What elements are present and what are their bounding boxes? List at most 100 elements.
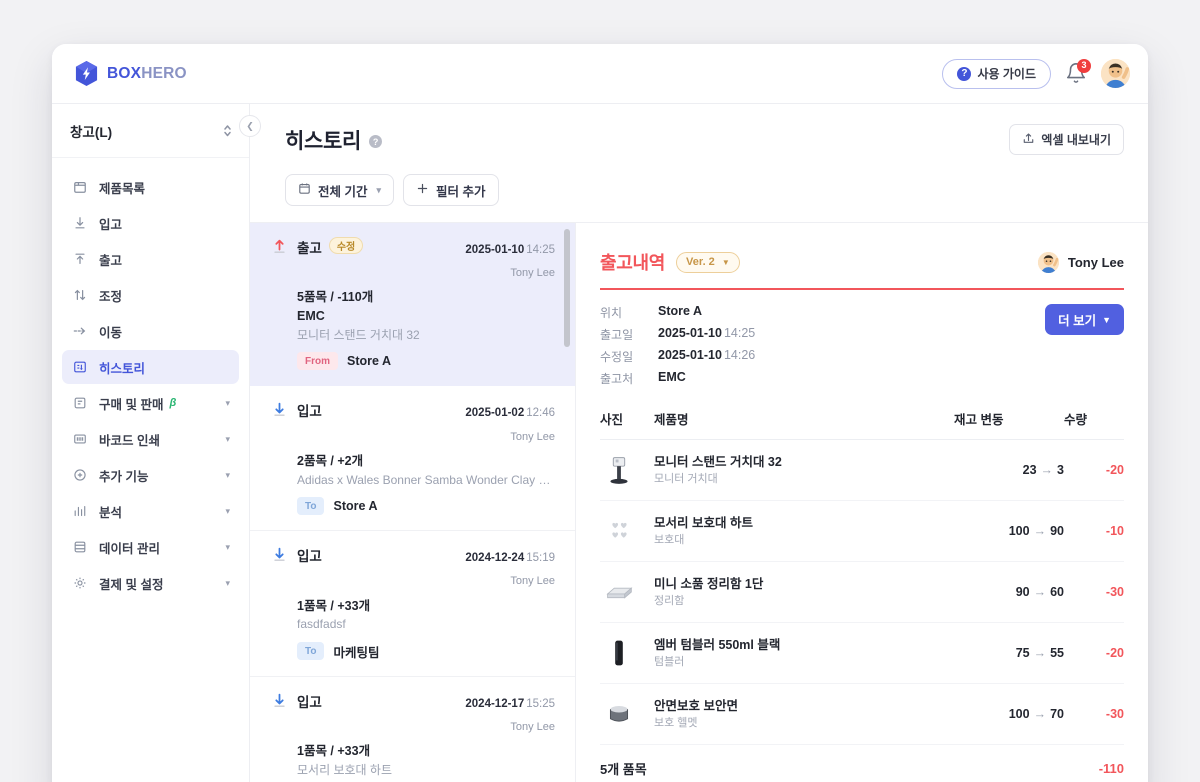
date-text: 2024-12-17 <box>465 697 525 710</box>
column-header-qty: 수량 <box>1064 409 1124 440</box>
product-name-cell: 모니터 스탠드 거치대 32 모니터 거치대 <box>654 439 954 501</box>
top-bar: BOXHERO ? 사용 가이드 3 <box>52 44 1148 104</box>
chevron-down-icon: ▾ <box>225 505 230 516</box>
column-header-photo: 사진 <box>600 409 654 440</box>
stock-to: 55 <box>1050 646 1064 660</box>
monitor-stand-thumb <box>600 451 654 489</box>
version-label: Ver. 2 <box>686 256 715 268</box>
more-button[interactable]: 더 보기 ▼ <box>1045 304 1124 335</box>
history-list-item[interactable]: 입고 2025-01-02 12:46 Tony Lee 2품목 / +2개 Ad… <box>250 386 575 532</box>
sidebar-item-label: 제품목록 <box>99 181 146 196</box>
stock-to: 3 <box>1057 463 1064 477</box>
sidebar-item-inbound[interactable]: 입고 <box>62 206 239 240</box>
stock-from: 90 <box>1015 585 1030 599</box>
sidebar-item-barcode-print[interactable]: 바코드 인쇄 ▾ <box>62 422 239 456</box>
sidebar-item-billing-settings[interactable]: 결제 및 설정 ▾ <box>62 566 239 600</box>
more-button-label: 더 보기 <box>1058 314 1097 328</box>
total-label-cell: 5개 품목 <box>600 745 1064 782</box>
detail-header: 출고내역 Ver. 2 ▼ Tony Lee <box>600 249 1124 290</box>
arrow-right-icon: → <box>1033 707 1047 721</box>
stock-from: 100 <box>1008 524 1030 538</box>
sidebar-collapse-button[interactable]: ❮ <box>239 115 261 137</box>
quantity-value: -30 <box>1105 585 1124 599</box>
product-photo-cell <box>600 683 654 745</box>
help-icon[interactable]: ? <box>369 135 383 148</box>
boxhero-logo-icon <box>74 60 99 87</box>
product-name: 모서리 보호대 하트 <box>654 515 753 530</box>
history-list[interactable]: 출고 수정 2025-01-10 14:25 Tony Lee 5품목 / -11… <box>250 223 576 782</box>
sidebar-item-analytics[interactable]: 분석 ▾ <box>62 494 239 528</box>
updown-arrows-icon <box>222 123 233 138</box>
detail-info-row: 위치 Store A 출고일 2025-01-10 14:25 수정일 2025-… <box>600 290 1124 387</box>
history-item-type: 입고 <box>297 694 322 710</box>
quantity-cell: -30 <box>1064 683 1124 745</box>
arrow-right-icon: → <box>1033 585 1047 599</box>
arrow-right-icon <box>71 324 89 338</box>
table-row[interactable]: 모서리 보호대 하트 보호대 100 → 90 -10 <box>600 500 1124 562</box>
sidebar-item-label: 히스토리 <box>99 361 146 376</box>
tumbler-thumb <box>600 634 654 672</box>
history-list-item[interactable]: 출고 수정 2025-01-10 14:25 Tony Lee 5품목 / -11… <box>250 223 575 387</box>
history-item-count: 2품목 / +2개 <box>297 453 364 468</box>
page-title: 히스토리 <box>285 129 362 153</box>
history-list-item[interactable]: 입고 2024-12-17 15:25 Tony Lee 1품목 / +33개 모… <box>250 677 575 782</box>
quantity-value: -30 <box>1105 707 1124 721</box>
product-name: 안면보호 보안면 <box>654 698 738 713</box>
history-item-location: To Store A <box>297 497 555 516</box>
sidebar-item-move[interactable]: 이동 <box>62 314 239 348</box>
add-filter-button[interactable]: 필터 추가 <box>403 174 499 206</box>
brand-name-bold: BOX <box>107 64 142 82</box>
history-item-date: 2024-12-17 15:25 <box>465 698 555 710</box>
version-selector[interactable]: Ver. 2 ▼ <box>676 251 740 273</box>
time-text: 15:19 <box>526 552 555 565</box>
barcode-icon <box>71 432 89 446</box>
top-bar-actions: ? 사용 가이드 3 <box>942 58 1130 89</box>
warehouse-selector[interactable]: 창고(L) <box>52 104 249 158</box>
sidebar-item-extra-features[interactable]: 추가 기능 ▾ <box>62 458 239 492</box>
user-guide-button[interactable]: ? 사용 가이드 <box>942 58 1051 89</box>
stock-to: 70 <box>1050 707 1064 721</box>
product-photo-cell <box>600 622 654 684</box>
history-list-scrollbar[interactable] <box>564 229 570 347</box>
sidebar-item-outbound[interactable]: 출고 <box>62 242 239 276</box>
detail-items-table: 사진 제품명 재고 변동 수량 모니터 스탠드 거치대 32 모니터 거치대 2… <box>600 409 1124 782</box>
info-value-text: 2025-01-10 <box>658 348 722 362</box>
info-value: 2025-01-10 14:26 <box>658 348 755 365</box>
stock-change-cell: 90 → 60 <box>954 561 1064 623</box>
inbound-arrow-icon <box>270 692 288 708</box>
notifications-button[interactable]: 3 <box>1065 58 1091 86</box>
table-row[interactable]: 미니 소품 정리함 1단 정리함 90 → 60 -30 <box>600 561 1124 623</box>
detail-user-name: Tony Lee <box>1067 254 1124 270</box>
total-label: 5개 품목 <box>600 762 647 777</box>
sidebar-item-history[interactable]: 히스토리 <box>62 350 239 384</box>
updown-arrows-icon <box>71 288 89 302</box>
sidebar-item-purchase-sales[interactable]: 구매 및 판매 β ▾ <box>62 386 239 420</box>
history-item-user: Tony Lee <box>510 267 555 280</box>
history-item-header: 입고 2025-01-02 12:46 Tony Lee <box>270 400 555 446</box>
date-range-filter[interactable]: 전체 기간 ▾ <box>285 174 395 206</box>
brand-logo[interactable]: BOXHERO <box>74 60 187 87</box>
table-row[interactable]: 엠버 텀블러 550ml 블랙 텀블러 75 → 55 -20 <box>600 622 1124 684</box>
history-item-meta: 2024-12-24 15:19 Tony Lee <box>465 545 555 591</box>
history-list-item[interactable]: 입고 2024-12-24 15:19 Tony Lee 1품목 / +33개 f… <box>250 531 575 677</box>
quantity-cell: -10 <box>1064 500 1124 562</box>
chart-bar-icon <box>71 504 89 518</box>
history-item-meta: 2025-01-02 12:46 Tony Lee <box>465 400 555 446</box>
sidebar-item-data-management[interactable]: 데이터 관리 ▾ <box>62 530 239 564</box>
export-excel-button[interactable]: 엑셀 내보내기 <box>1009 124 1124 155</box>
sidebar-item-label: 분석 <box>99 505 123 520</box>
table-row[interactable]: 안면보호 보안면 보호 헬멧 100 → 70 -30 <box>600 683 1124 745</box>
app-body: 창고(L) 제품목록 입고 출고 조정 이동 히스토리 구매 및 판매 β ▾ … <box>52 104 1148 782</box>
info-value-text: Store A <box>658 304 702 318</box>
stock-change-cell: 23 → 3 <box>954 439 1064 501</box>
brand-name: BOXHERO <box>107 66 187 82</box>
export-excel-label: 엑셀 내보내기 <box>1041 133 1111 147</box>
avatar[interactable] <box>1101 59 1130 88</box>
chevron-down-icon: ▼ <box>1102 314 1111 325</box>
question-mark-icon: ? <box>957 66 972 81</box>
sidebar-item-products[interactable]: 제품목록 <box>62 170 239 204</box>
sidebar-item-adjust[interactable]: 조정 <box>62 278 239 312</box>
chevron-down-icon: ▼ <box>721 257 730 267</box>
location-name: Store A <box>347 354 391 369</box>
table-row[interactable]: 모니터 스탠드 거치대 32 모니터 거치대 23 → 3 -20 <box>600 439 1124 501</box>
